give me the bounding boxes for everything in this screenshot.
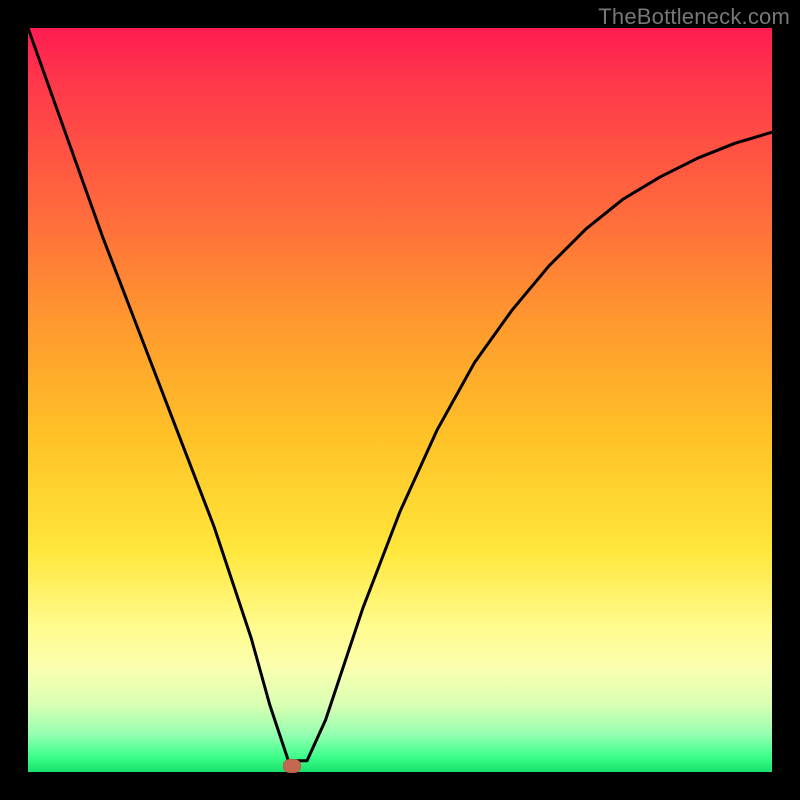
bottleneck-curve-path: [28, 28, 772, 761]
chart-frame: TheBottleneck.com: [0, 0, 800, 800]
watermark-text: TheBottleneck.com: [598, 4, 790, 30]
optimal-marker: [283, 759, 301, 773]
curve-svg: [28, 28, 772, 772]
plot-area: [28, 28, 772, 772]
